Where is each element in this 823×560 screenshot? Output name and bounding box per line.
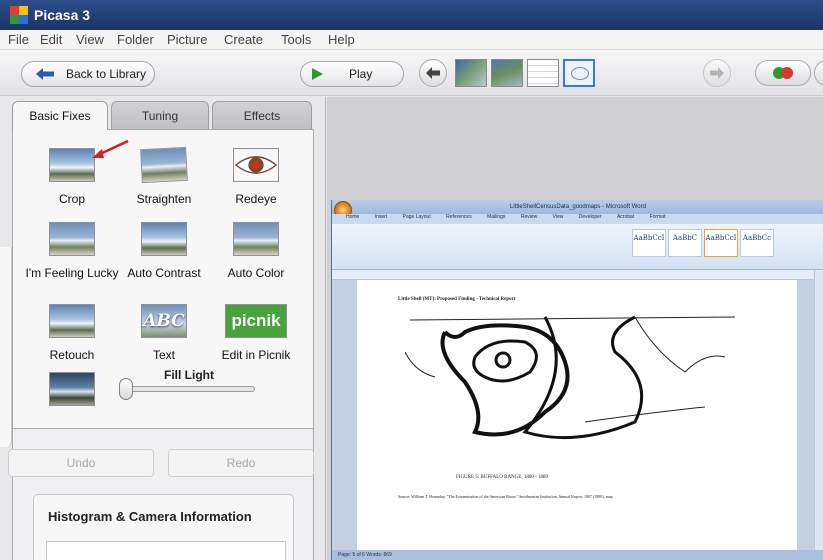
menu-edit[interactable]: Edit (40, 32, 62, 47)
basic-fixes-panel: Crop Straighten Redeye I'm Feeling Lucky… (12, 129, 314, 429)
share-button[interactable] (755, 60, 811, 86)
tab-effects[interactable]: Effects (212, 101, 312, 129)
word-title-bar: LittleShellCensusData_goodmaps - Microso… (332, 200, 823, 214)
fill-light-icon (49, 372, 95, 406)
word-tab: Review (520, 214, 538, 220)
tab-basic-fixes[interactable]: Basic Fixes (12, 101, 108, 130)
word-style: AaBbCcI (704, 229, 738, 257)
edit-panel: Basic Fixes Tuning Effects Crop Straight… (0, 97, 326, 560)
word-tab: Page Layout (402, 214, 431, 220)
histogram-panel: Histogram & Camera Information (33, 494, 294, 560)
buffalo-range-map (405, 315, 735, 440)
retouch-icon (49, 304, 95, 338)
word-style: AaBbCc (740, 229, 774, 257)
straighten-button[interactable]: Straighten (119, 146, 209, 206)
filmstrip-thumbnail[interactable] (455, 59, 487, 87)
word-tab: Mailings (487, 214, 506, 220)
straighten-label: Straighten (136, 192, 192, 206)
title-bar: Picasa 3 (0, 0, 823, 30)
toolbar-overflow-button[interactable] (814, 60, 823, 86)
fill-light-preview (27, 372, 117, 406)
filmstrip-thumbnail[interactable] (527, 59, 559, 87)
auto-color-icon (233, 222, 279, 256)
edit-in-picnik-button[interactable]: picnik Edit in Picnik (211, 304, 301, 362)
filmstrip (455, 59, 595, 87)
fill-light-slider-track[interactable] (123, 386, 255, 392)
panel-edge (0, 247, 12, 447)
fill-light-slider-thumb[interactable] (119, 378, 133, 400)
word-tab: Format (649, 214, 666, 220)
picnik-icon: picnik (225, 304, 287, 338)
word-tab: View (552, 214, 564, 220)
redeye-icon (233, 148, 279, 182)
filmstrip-thumbnail-selected[interactable] (563, 59, 595, 87)
word-ribbon-tabs: Home Insert Page Layout References Maili… (332, 214, 823, 224)
word-tab: References (446, 214, 472, 220)
retouch-button[interactable]: Retouch (27, 304, 117, 362)
straighten-icon (140, 146, 188, 184)
text-button[interactable]: ABC Text (119, 304, 209, 362)
auto-color-label: Auto Color (227, 266, 285, 280)
word-tab: Home (346, 214, 360, 220)
crop-label: Crop (58, 192, 85, 206)
arrow-left-icon (426, 67, 440, 79)
auto-color-button[interactable]: Auto Color (211, 222, 301, 280)
menu-view[interactable]: View (76, 32, 104, 47)
auto-contrast-icon (141, 222, 187, 256)
text-label: Text (152, 348, 175, 362)
red-arrow-annotation (92, 139, 129, 158)
word-tab: Acrobat (616, 214, 635, 220)
play-label: Play (349, 67, 373, 81)
share-icon (773, 67, 793, 79)
retouch-label: Retouch (49, 348, 95, 362)
menu-bar: File Edit View Folder Picture Create Too… (0, 30, 823, 50)
previous-photo-button[interactable] (419, 59, 447, 87)
back-to-library-button[interactable]: Back to Library (21, 61, 155, 87)
auto-contrast-button[interactable]: Auto Contrast (119, 222, 209, 280)
back-to-library-label: Back to Library (66, 67, 147, 81)
arrow-right-icon (710, 67, 724, 79)
word-status-bar: Page: 5 of 6 Words: 869 (332, 550, 823, 560)
menu-file[interactable]: File (8, 32, 29, 47)
undo-button[interactable]: Undo (8, 449, 154, 477)
window-title: Picasa 3 (34, 7, 91, 23)
feeling-lucky-label: I'm Feeling Lucky (25, 266, 119, 280)
filmstrip-thumbnail[interactable] (491, 59, 523, 87)
redeye-label: Redeye (235, 192, 277, 206)
tab-tuning[interactable]: Tuning (111, 101, 209, 129)
play-button[interactable]: Play (300, 61, 404, 87)
histogram-title: Histogram & Camera Information (48, 509, 252, 524)
menu-folder[interactable]: Folder (117, 32, 154, 47)
next-photo-button[interactable] (703, 59, 731, 87)
feeling-lucky-icon (49, 222, 95, 256)
toolbar: Back to Library Play (0, 50, 823, 96)
menu-tools[interactable]: Tools (281, 32, 311, 47)
doc-figure-caption: FIGURE 5: BUFFALO RANGE, 1800 - 1889 (456, 475, 548, 480)
word-scrollbar (814, 270, 823, 550)
auto-contrast-label: Auto Contrast (127, 266, 201, 280)
fill-light-label: Fill Light (164, 368, 214, 382)
redo-button[interactable]: Redo (168, 449, 314, 477)
doc-heading: Little Shell (MT): Proposed Finding - Te… (398, 297, 516, 302)
word-tab: Insert (374, 214, 388, 220)
picasa-app-icon (10, 6, 28, 24)
menu-help[interactable]: Help (328, 32, 355, 47)
word-style: AaBbCcI (632, 229, 666, 257)
feeling-lucky-button[interactable]: I'm Feeling Lucky (26, 222, 119, 280)
play-icon (312, 68, 323, 80)
doc-source-note: Source: William T. Hornaday, "The Exterm… (398, 494, 613, 499)
word-tab: Developer (578, 214, 602, 220)
word-ribbon: AaBbCcI AaBbC AaBbCcI AaBbCc (332, 224, 823, 270)
text-icon: ABC (141, 304, 187, 338)
word-style: AaBbC (668, 229, 702, 257)
back-arrow-icon (36, 68, 54, 80)
menu-create[interactable]: Create (224, 32, 263, 47)
menu-picture[interactable]: Picture (167, 32, 207, 47)
edit-in-picnik-label: Edit in Picnik (221, 348, 291, 362)
word-ruler (332, 270, 823, 280)
redeye-button[interactable]: Redeye (211, 148, 301, 206)
histogram-graph (46, 541, 286, 560)
